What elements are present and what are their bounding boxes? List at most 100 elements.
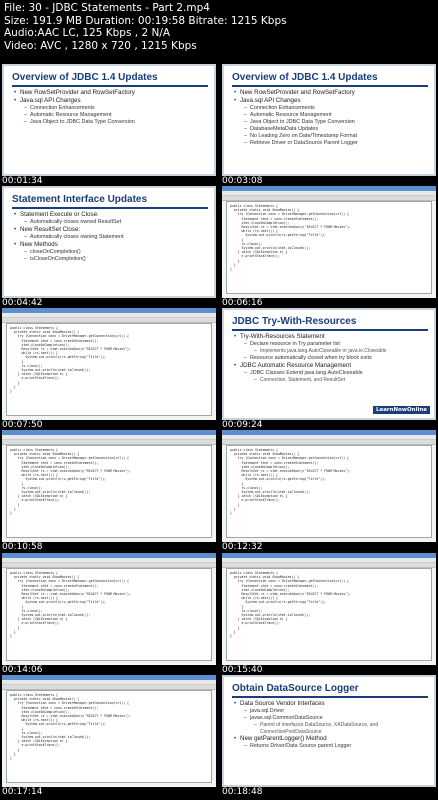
slide-bullet: Try-With-Resources Statement	[234, 333, 434, 341]
thumbnail-10[interactable]: public class Statements { private static…	[0, 675, 218, 798]
slide: Overview of JDBC 1.4 Updates New RowSetPr…	[222, 64, 436, 176]
slide-bullet: Java.sql API Changes	[14, 97, 214, 105]
slide-bullets: Data Source Vendor Interfacesjava.sql.Dr…	[224, 700, 434, 750]
ide-window: public class Statements { private static…	[2, 430, 216, 542]
ide-window: public class Statements { private static…	[2, 308, 216, 420]
slide-bullet: java.sql.Driver	[244, 708, 434, 715]
slide-bullet: No Leading Zero on Date/Timestamp Format	[244, 133, 434, 140]
slide-bullet: JDBC Classes Extend java.lang.AutoClosea…	[244, 370, 434, 377]
file-size: Size: 191.9 MB Duration: 00:19:58 Bitrat…	[4, 14, 287, 27]
slide-title: Overview of JDBC 1.4 Updates	[12, 72, 208, 87]
thumbnail-2[interactable]: Statement Interface Updates Statement Exe…	[0, 186, 218, 309]
code-text: public class Statements { private static…	[227, 202, 431, 273]
slide-bullets: New RowSetProvider and RowSetFactoryJava…	[224, 89, 434, 147]
thumbnail-frame: Statement Interface Updates Statement Exe…	[2, 186, 216, 298]
slide-bullet: New Methods	[14, 241, 214, 249]
code-line: }	[10, 389, 12, 394]
slide-bullet: Automatic Resource Management	[24, 112, 214, 119]
thumbnail-frame: public class Statements { private static…	[2, 675, 216, 787]
thumbnail-frame: public class Statements { private static…	[2, 308, 216, 420]
thumbnail-6[interactable]: public class Statements { private static…	[0, 430, 218, 553]
video-info: Video: AVC , 1280 x 720 , 1215 Kbps	[4, 39, 197, 52]
slide-bullet: Automatic Resource Management	[244, 112, 434, 119]
slide-bullet: Connection, Statement, and ResultSet	[254, 377, 434, 384]
thumbnail-frame: Overview of JDBC 1.4 Updates New RowSetPr…	[222, 64, 436, 176]
slide-bullet: closeOnCompletion()	[24, 249, 214, 256]
slide-bullet: Declare resource in Try parameter list	[244, 341, 434, 348]
slide-bullet: Retrieve Driver or DataSource Parent Log…	[244, 140, 434, 147]
ide-window: public class Statements { private static…	[2, 675, 216, 787]
code-line: }	[10, 634, 12, 639]
slide-bullet: DatabaseMetaData Updates	[244, 126, 434, 133]
slide-bullet: Connection Enhancements	[24, 105, 214, 112]
timestamp: 00:18:48	[222, 787, 263, 797]
slide-bullet: Resource automatically closed when try b…	[244, 355, 434, 362]
code-text: public class Statements { private static…	[227, 446, 431, 517]
code-line: }	[230, 267, 232, 272]
thumbnail-4[interactable]: public class Statements { private static…	[0, 308, 218, 431]
thumbnail-1[interactable]: Overview of JDBC 1.4 Updates New RowSetPr…	[220, 64, 438, 187]
timestamp: 00:10:58	[2, 542, 43, 552]
slide-bullet: isCloseOnCompletion()	[24, 256, 214, 263]
slide-bullet: Java.sql API Changes	[234, 97, 434, 105]
ide-window: public class Statements { private static…	[222, 553, 436, 665]
thumbnail-frame: JDBC Try-With-Resources Try-With-Resource…	[222, 308, 436, 420]
thumbnail-7[interactable]: public class Statements { private static…	[220, 430, 438, 553]
slide-bullets: Statement Execute or Close:Automatically…	[4, 211, 214, 263]
thumbnail-9[interactable]: public class Statements { private static…	[220, 553, 438, 676]
slide-bullet: Returns Driver/Data Source parent Logger	[244, 743, 434, 750]
code-editor: public class Statements { private static…	[226, 445, 432, 538]
file-name: File: 30 - JDBC Statements - Part 2.mp4	[4, 2, 210, 14]
code-editor: public class Statements { private static…	[6, 445, 212, 538]
slide: Overview of JDBC 1.4 Updates New RowSetPr…	[2, 64, 216, 176]
code-editor: public class Statements { private static…	[6, 568, 212, 661]
ide-window: public class Statements { private static…	[222, 430, 436, 542]
thumbnail-8[interactable]: public class Statements { private static…	[0, 553, 218, 676]
slide-bullet: New ResultSet Close:	[14, 226, 214, 234]
slide-title: Statement Interface Updates	[12, 194, 208, 209]
thumbnail-frame: public class Statements { private static…	[222, 553, 436, 665]
slide-bullet: New getParentLogger() Method	[234, 735, 434, 743]
thumbnail-5[interactable]: JDBC Try-With-Resources Try-With-Resource…	[220, 308, 438, 431]
file-info-header: File: 30 - JDBC Statements - Part 2.mp4 …	[4, 2, 287, 52]
brand-logo: LearnNowOnline	[372, 406, 430, 414]
slide-title: Obtain DataSource Logger	[232, 683, 428, 698]
code-line: }	[10, 756, 12, 761]
timestamp: 00:12:32	[222, 542, 263, 552]
thumbnail-frame: Obtain DataSource Logger Data Source Vend…	[222, 675, 436, 787]
code-text: public class Statements { private static…	[227, 569, 431, 640]
thumbnail-11[interactable]: Obtain DataSource Logger Data Source Vend…	[220, 675, 438, 798]
slide-bullet: javax.sql.CommonDataSource	[244, 715, 434, 722]
thumbnail-3[interactable]: public class Statements { private static…	[220, 186, 438, 309]
code-line: }	[230, 634, 232, 639]
slide-bullet: New RowSetProvider and RowSetFactory	[14, 89, 214, 97]
slide-bullet: Java Object to JDBC Data Type Conversion	[244, 119, 434, 126]
code-editor: public class Statements { private static…	[6, 323, 212, 416]
thumbnail-frame: public class Statements { private static…	[222, 186, 436, 298]
slide: Obtain DataSource Logger Data Source Vend…	[222, 675, 436, 787]
slide-title: Overview of JDBC 1.4 Updates	[232, 72, 428, 87]
slide-bullet: Java Object to JDBC Data Type Conversion	[24, 119, 214, 126]
slide: Statement Interface Updates Statement Exe…	[2, 186, 216, 298]
thumbnail-frame: public class Statements { private static…	[2, 553, 216, 665]
slide-bullet: Connection Enhancements	[244, 105, 434, 112]
code-text: public class Statements { private static…	[7, 324, 211, 395]
code-line: }	[10, 511, 12, 516]
slide-bullet: JDBC Automatic Resource Management	[234, 362, 434, 370]
thumbnail-frame: public class Statements { private static…	[222, 430, 436, 542]
code-text: public class Statements { private static…	[7, 446, 211, 517]
slide-title: JDBC Try-With-Resources	[232, 316, 428, 331]
code-text: public class Statements { private static…	[7, 691, 211, 762]
audio-info: Audio:AAC LC, 125 Kbps , 2 N/A	[4, 27, 171, 40]
slide-bullet: New RowSetProvider and RowSetFactory	[234, 89, 434, 97]
slide-bullets: New RowSetProvider and RowSetFactoryJava…	[4, 89, 214, 126]
timestamp: 00:17:14	[2, 787, 43, 797]
code-editor: public class Statements { private static…	[226, 201, 432, 294]
slide-bullet: Data Source Vendor Interfaces	[234, 700, 434, 708]
code-line: }	[230, 511, 232, 516]
thumbnail-frame: public class Statements { private static…	[2, 430, 216, 542]
slide-bullet: Parent of interfaces DataSource, XADataS…	[254, 722, 434, 735]
thumbnail-0[interactable]: Overview of JDBC 1.4 Updates New RowSetPr…	[0, 64, 218, 187]
slide-bullet: Automatically closes owning Statement	[24, 234, 214, 241]
code-text: public class Statements { private static…	[7, 569, 211, 640]
